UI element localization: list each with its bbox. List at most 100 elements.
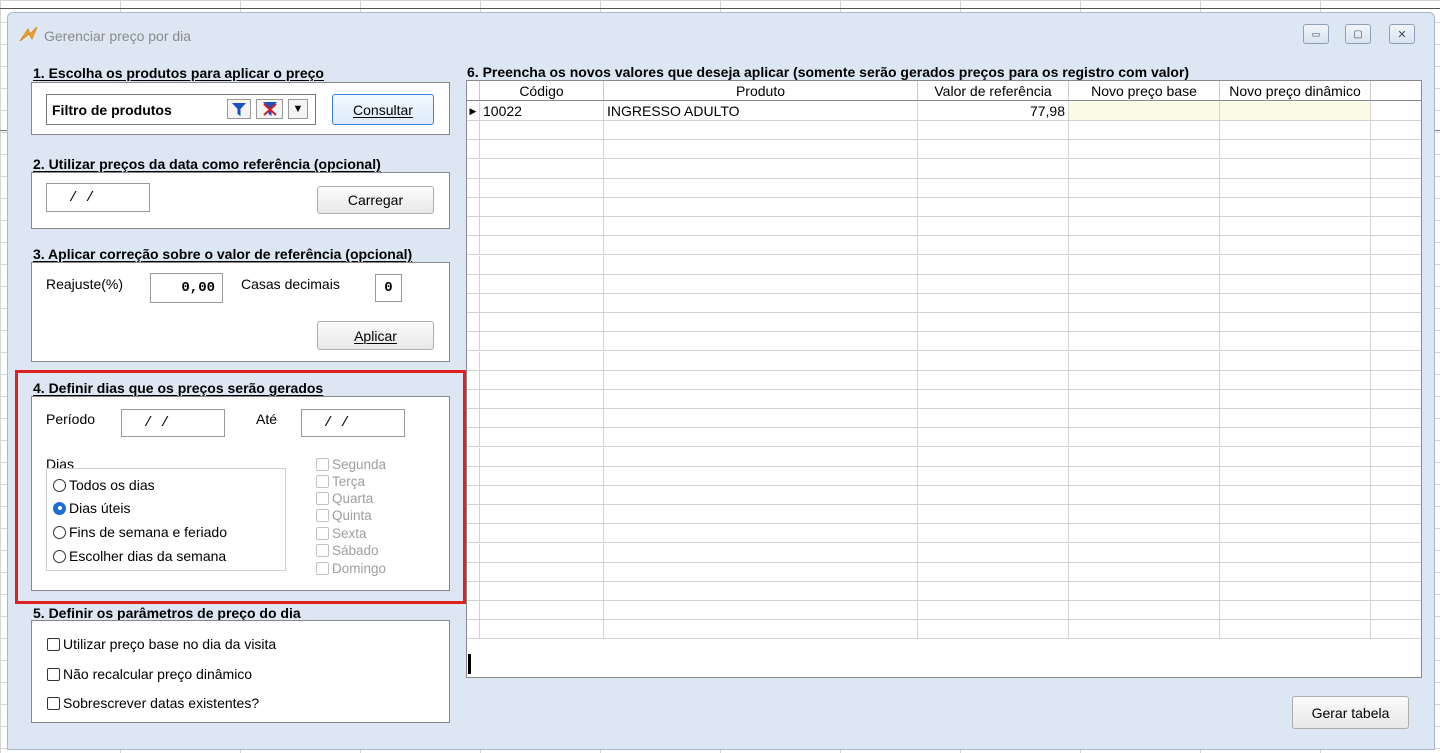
- gerar-tabela-button[interactable]: Gerar tabela: [1292, 696, 1409, 729]
- empty-cell[interactable]: [1069, 294, 1220, 312]
- clear-filter-button[interactable]: [256, 99, 283, 119]
- empty-cell[interactable]: [467, 159, 480, 178]
- empty-cell[interactable]: [604, 543, 918, 562]
- empty-table-row[interactable]: [467, 178, 1421, 198]
- empty-table-row[interactable]: [467, 543, 1421, 563]
- empty-cell[interactable]: [918, 294, 1069, 312]
- empty-cell[interactable]: [1069, 236, 1220, 255]
- empty-cell[interactable]: [1220, 159, 1371, 178]
- empty-cell[interactable]: [480, 390, 604, 408]
- empty-cell[interactable]: [467, 390, 480, 408]
- empty-cell[interactable]: [604, 178, 918, 197]
- empty-cell[interactable]: [1069, 543, 1220, 562]
- empty-cell[interactable]: [604, 486, 918, 504]
- empty-cell[interactable]: [1220, 140, 1371, 159]
- empty-cell[interactable]: [604, 159, 918, 178]
- checkbox[interactable]: [47, 637, 60, 651]
- empty-cell[interactable]: [1069, 390, 1220, 408]
- empty-cell[interactable]: [480, 428, 604, 447]
- empty-cell[interactable]: [467, 428, 480, 447]
- empty-cell[interactable]: [1069, 217, 1220, 236]
- empty-cell[interactable]: [480, 255, 604, 274]
- empty-table-row[interactable]: [467, 562, 1421, 582]
- empty-cell[interactable]: [1220, 582, 1371, 600]
- empty-cell[interactable]: [467, 236, 480, 255]
- empty-cell[interactable]: [604, 351, 918, 370]
- empty-cell[interactable]: [1220, 351, 1371, 370]
- empty-cell[interactable]: [467, 409, 480, 428]
- empty-cell[interactable]: [604, 505, 918, 524]
- empty-cell[interactable]: [1220, 447, 1371, 466]
- empty-cell[interactable]: [467, 255, 480, 274]
- empty-table-row[interactable]: [467, 409, 1421, 429]
- empty-table-row[interactable]: [467, 217, 1421, 237]
- carregar-button[interactable]: Carregar: [317, 186, 434, 214]
- empty-cell[interactable]: [604, 121, 918, 140]
- casas-decimais-field[interactable]: 0: [375, 274, 402, 302]
- empty-cell[interactable]: [604, 620, 918, 639]
- empty-table-row[interactable]: [467, 351, 1421, 371]
- empty-table-row[interactable]: [467, 159, 1421, 179]
- empty-cell[interactable]: [918, 121, 1069, 140]
- empty-table-row[interactable]: [467, 255, 1421, 275]
- empty-cell[interactable]: [1220, 274, 1371, 293]
- table-row[interactable]: ▶ 10022 INGRESSO ADULTO 77,98: [467, 102, 1421, 121]
- empty-cell[interactable]: [467, 217, 480, 236]
- empty-cell[interactable]: [1069, 313, 1220, 332]
- empty-cell[interactable]: [1069, 505, 1220, 524]
- empty-cell[interactable]: [1220, 294, 1371, 312]
- empty-cell[interactable]: [604, 390, 918, 408]
- empty-cell[interactable]: [604, 313, 918, 332]
- empty-cell[interactable]: [1220, 217, 1371, 236]
- empty-cell[interactable]: [1069, 562, 1220, 581]
- empty-cell[interactable]: [918, 178, 1069, 197]
- empty-cell[interactable]: [467, 562, 480, 581]
- empty-cell[interactable]: [480, 159, 604, 178]
- empty-cell[interactable]: [480, 447, 604, 466]
- empty-cell[interactable]: [1069, 466, 1220, 485]
- empty-cell[interactable]: [1069, 178, 1220, 197]
- empty-cell[interactable]: [918, 255, 1069, 274]
- restore-button[interactable]: ▢: [1345, 24, 1371, 44]
- cell-novo-preco-dinamico[interactable]: [1220, 102, 1371, 120]
- empty-cell[interactable]: [480, 409, 604, 428]
- empty-cell[interactable]: [1069, 159, 1220, 178]
- empty-cell[interactable]: [604, 466, 918, 485]
- check-preco-base-visita[interactable]: Utilizar preço base no dia da visita: [47, 636, 276, 652]
- prices-grid[interactable]: Código Produto Valor de referência Novo …: [466, 80, 1422, 678]
- checkbox[interactable]: [47, 696, 60, 710]
- empty-cell[interactable]: [1220, 601, 1371, 620]
- empty-cell[interactable]: [918, 428, 1069, 447]
- empty-cell[interactable]: [467, 140, 480, 159]
- empty-cell[interactable]: [604, 274, 918, 293]
- filter-button[interactable]: [227, 99, 251, 119]
- empty-cell[interactable]: [918, 409, 1069, 428]
- empty-table-row[interactable]: [467, 313, 1421, 333]
- empty-cell[interactable]: [467, 447, 480, 466]
- empty-cell[interactable]: [918, 486, 1069, 504]
- empty-cell[interactable]: [1220, 198, 1371, 216]
- empty-cell[interactable]: [604, 255, 918, 274]
- empty-cell[interactable]: [467, 198, 480, 216]
- cell-produto[interactable]: INGRESSO ADULTO: [604, 102, 918, 120]
- empty-cell[interactable]: [467, 313, 480, 332]
- empty-cell[interactable]: [480, 140, 604, 159]
- empty-cell[interactable]: [480, 332, 604, 351]
- empty-cell[interactable]: [480, 217, 604, 236]
- empty-cell[interactable]: [918, 159, 1069, 178]
- empty-table-row[interactable]: [467, 370, 1421, 390]
- empty-table-row[interactable]: [467, 198, 1421, 217]
- empty-cell[interactable]: [467, 620, 480, 639]
- empty-cell[interactable]: [604, 140, 918, 159]
- empty-cell[interactable]: [1220, 428, 1371, 447]
- empty-cell[interactable]: [480, 582, 604, 600]
- empty-cell[interactable]: [480, 236, 604, 255]
- empty-cell[interactable]: [467, 121, 480, 140]
- check-sobrescrever[interactable]: Sobrescrever datas existentes?: [47, 695, 259, 711]
- empty-cell[interactable]: [604, 217, 918, 236]
- empty-cell[interactable]: [918, 390, 1069, 408]
- empty-cell[interactable]: [918, 198, 1069, 216]
- empty-table-row[interactable]: [467, 236, 1421, 256]
- empty-cell[interactable]: [1220, 486, 1371, 504]
- empty-cell[interactable]: [467, 505, 480, 524]
